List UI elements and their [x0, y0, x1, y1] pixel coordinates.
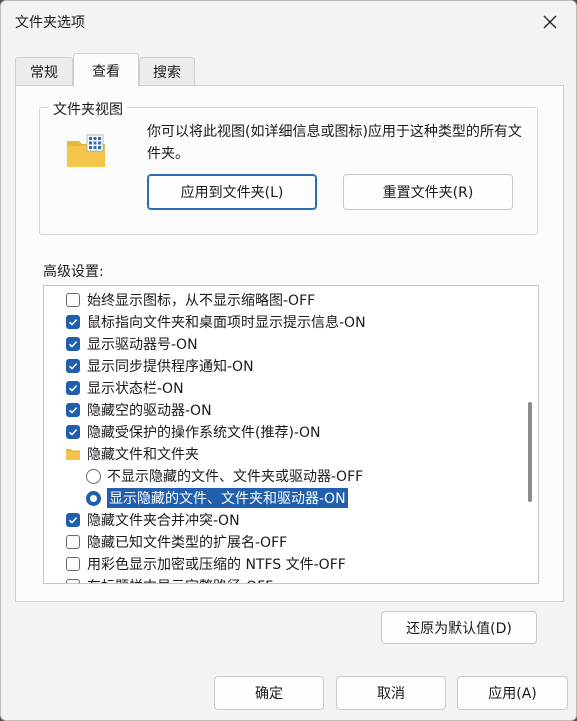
setting-row[interactable]: 显示状态栏-ON	[66, 377, 184, 399]
close-button[interactable]	[530, 5, 570, 39]
setting-checkbox[interactable]	[66, 337, 80, 351]
check-icon	[68, 385, 78, 392]
advanced-settings-list[interactable]: 始终显示图标，从不显示缩略图-OFF 鼠标指向文件夹和桌面项时显示提示信息-ON 显…	[43, 285, 539, 584]
setting-row[interactable]: 显示同步提供程序通知-ON	[66, 355, 254, 377]
setting-label: 显示状态栏-ON	[87, 381, 184, 397]
window-title: 文件夹选项	[15, 15, 85, 31]
setting-row[interactable]: 显示隐藏的文件、文件夹和驱动器-ON	[86, 487, 348, 509]
setting-checkbox[interactable]	[66, 557, 80, 571]
reset-folders-label: 重置文件夹(R)	[382, 185, 474, 201]
setting-checkbox[interactable]	[66, 403, 80, 417]
tab-general[interactable]: 常规	[15, 57, 73, 85]
setting-label: 显示隐藏的文件、文件夹和驱动器-ON	[107, 488, 348, 508]
advanced-settings-scrollbar[interactable]	[528, 292, 532, 579]
tab-general-label: 常规	[30, 64, 58, 81]
folder-options-dialog: 文件夹选项 常规 查看 搜索 文件夹视图 你可以将此视图(如详细信息或图标)应用…	[0, 0, 577, 721]
folder-views-group-label: 文件夹视图	[49, 99, 127, 119]
setting-label: 始终显示图标，从不显示缩略图-OFF	[87, 293, 316, 309]
setting-checkbox[interactable]	[66, 579, 80, 583]
setting-row[interactable]: 隐藏已知文件类型的扩展名-OFF	[66, 531, 287, 553]
close-icon	[543, 15, 557, 29]
setting-label: 隐藏文件和文件夹	[87, 447, 199, 463]
tab-view[interactable]: 查看	[73, 53, 139, 87]
scrollbar-thumb[interactable]	[528, 402, 532, 502]
setting-label: 隐藏已知文件类型的扩展名-OFF	[87, 535, 288, 551]
setting-checkbox[interactable]	[66, 359, 80, 373]
setting-row[interactable]: 不显示隐藏的文件、文件夹或驱动器-OFF	[86, 465, 363, 487]
setting-radio[interactable]	[86, 468, 101, 484]
setting-row[interactable]: 始终显示图标，从不显示缩略图-OFF	[66, 289, 315, 311]
check-icon	[68, 517, 78, 524]
setting-label: 用彩色显示加密或压缩的 NTFS 文件-OFF	[87, 557, 346, 573]
setting-label: 鼠标指向文件夹和桌面项时显示提示信息-ON	[87, 315, 366, 331]
ok-label: 确定	[255, 686, 283, 702]
restore-defaults-label: 还原为默认值(D)	[406, 620, 512, 637]
setting-checkbox[interactable]	[66, 293, 80, 307]
setting-checkbox[interactable]	[66, 381, 80, 395]
advanced-settings-label: 高级设置:	[43, 264, 104, 280]
tab-search-label: 搜索	[153, 64, 181, 81]
cancel-button[interactable]: 取消	[336, 676, 446, 710]
folder-icon	[66, 449, 80, 460]
setting-label: 不显示隐藏的文件、文件夹或驱动器-OFF	[107, 469, 364, 485]
setting-row[interactable]: 隐藏文件夹合并冲突-ON	[66, 509, 240, 531]
setting-checkbox[interactable]	[66, 315, 80, 329]
title-bar[interactable]: 文件夹选项	[1, 1, 576, 45]
tab-view-label: 查看	[92, 63, 120, 80]
setting-label: 显示驱动器号-ON	[87, 337, 198, 353]
setting-label: 显示同步提供程序通知-ON	[87, 359, 254, 375]
setting-label: 隐藏文件夹合并冲突-ON	[87, 513, 240, 529]
tab-search[interactable]: 搜索	[139, 57, 195, 85]
apply-to-folders-label: 应用到文件夹(L)	[180, 185, 284, 201]
setting-checkbox[interactable]	[66, 425, 80, 439]
check-icon	[68, 407, 78, 414]
setting-row[interactable]: 显示驱动器号-ON	[66, 333, 198, 355]
setting-label: 在标题栏中显示完整路径-OFF	[87, 576, 273, 583]
reset-folders-button[interactable]: 重置文件夹(R)	[343, 174, 513, 210]
setting-checkbox[interactable]	[66, 513, 80, 527]
setting-row: 隐藏文件和文件夹	[66, 443, 199, 465]
apply-button[interactable]: 应用(A)	[457, 676, 568, 710]
check-icon	[68, 341, 78, 348]
restore-defaults-button[interactable]: 还原为默认值(D)	[381, 611, 537, 644]
setting-row[interactable]: 用彩色显示加密或压缩的 NTFS 文件-OFF	[66, 553, 346, 575]
setting-row[interactable]: 鼠标指向文件夹和桌面项时显示提示信息-ON	[66, 311, 366, 333]
setting-checkbox[interactable]	[66, 535, 80, 549]
setting-label: 隐藏空的驱动器-ON	[87, 403, 212, 419]
ok-button[interactable]: 确定	[214, 676, 324, 710]
setting-row[interactable]: 隐藏受保护的操作系统文件(推荐)-ON	[66, 421, 320, 443]
apply-to-folders-button[interactable]: 应用到文件夹(L)	[147, 174, 317, 210]
check-icon	[68, 319, 78, 326]
setting-row[interactable]: 隐藏空的驱动器-ON	[66, 399, 212, 421]
apply-label: 应用(A)	[488, 686, 537, 702]
check-icon	[68, 363, 78, 370]
setting-row[interactable]: 在标题栏中显示完整路径-OFF	[66, 575, 273, 583]
folder-view-icon	[67, 134, 105, 167]
folder-views-description: 你可以将此视图(如详细信息或图标)应用于这种类型的所有文件夹。	[147, 124, 522, 162]
setting-label: 隐藏受保护的操作系统文件(推荐)-ON	[87, 425, 321, 441]
check-icon	[68, 429, 78, 436]
cancel-label: 取消	[377, 686, 405, 702]
setting-radio[interactable]	[86, 490, 101, 506]
